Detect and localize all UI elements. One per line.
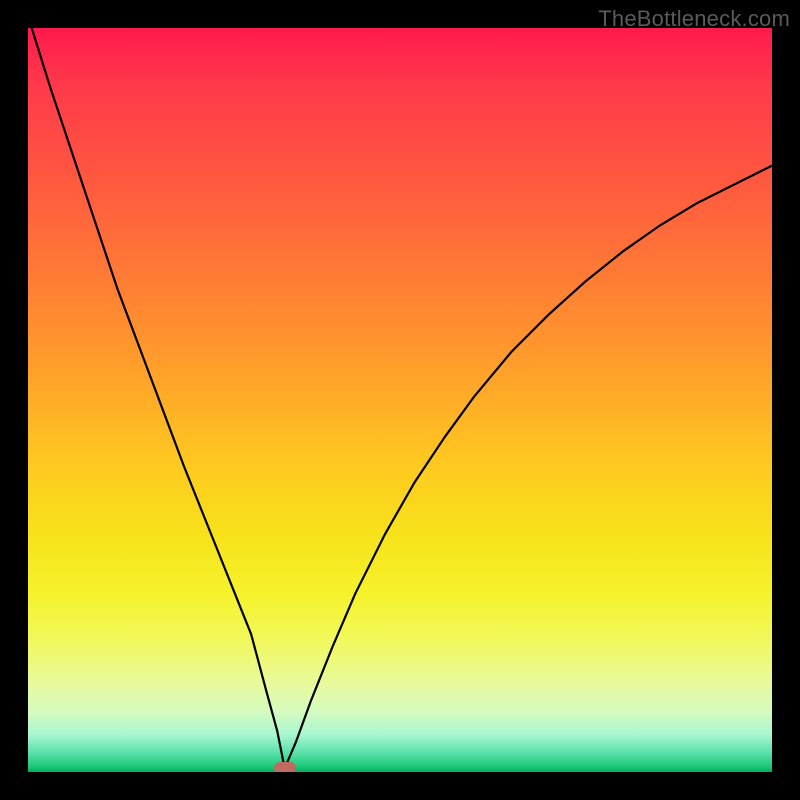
plot-area	[28, 28, 772, 772]
bottleneck-curve	[32, 28, 772, 768]
minimum-marker	[274, 762, 296, 772]
chart-frame: TheBottleneck.com	[0, 0, 800, 800]
curve-layer	[28, 28, 772, 772]
